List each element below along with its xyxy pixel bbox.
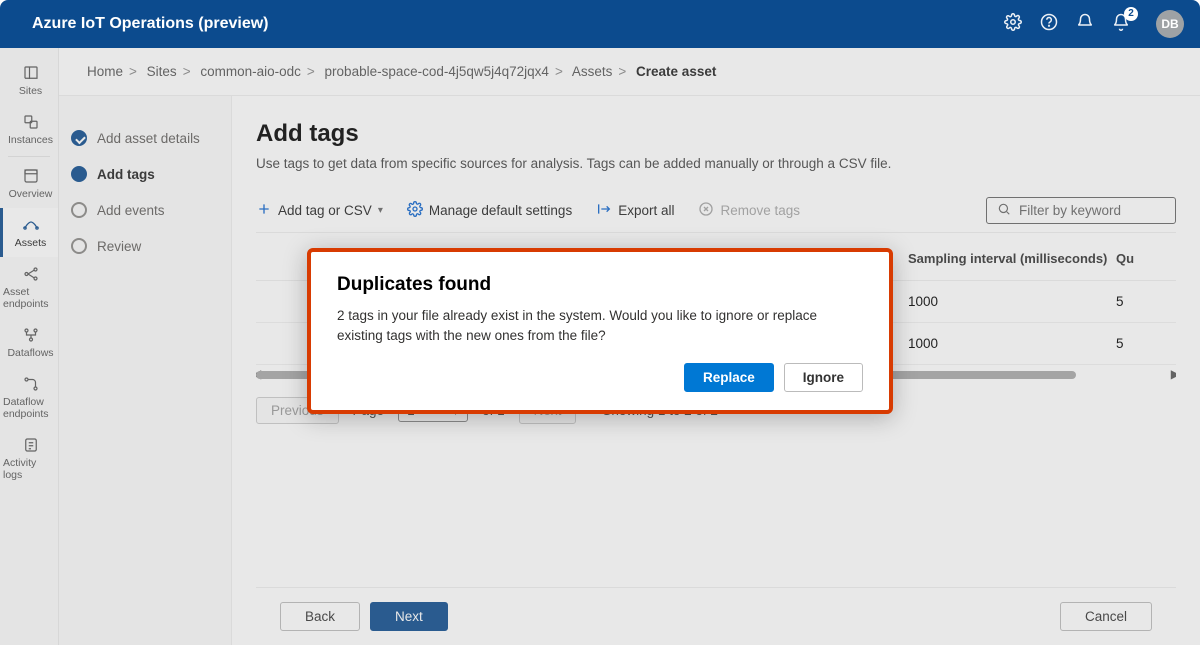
dialog-title: Duplicates found bbox=[337, 274, 863, 296]
notification-badge: 2 bbox=[1124, 7, 1138, 21]
dialog-body: 2 tags in your file already exist in the… bbox=[337, 306, 863, 345]
replace-button[interactable]: Replace bbox=[684, 363, 774, 392]
modal-overlay: Duplicates found 2 tags in your file alr… bbox=[0, 48, 1200, 645]
topbar-actions: 2 DB bbox=[1004, 10, 1184, 38]
topbar: Azure IoT Operations (preview) 2 DB bbox=[0, 0, 1200, 48]
ignore-button[interactable]: Ignore bbox=[784, 363, 863, 392]
help-icon[interactable] bbox=[1040, 13, 1058, 36]
duplicates-dialog: Duplicates found 2 tags in your file alr… bbox=[307, 248, 893, 414]
sound-icon[interactable] bbox=[1076, 13, 1094, 36]
avatar[interactable]: DB bbox=[1156, 10, 1184, 38]
notifications-icon[interactable]: 2 bbox=[1112, 13, 1130, 36]
settings-icon[interactable] bbox=[1004, 13, 1022, 36]
app-title: Azure IoT Operations (preview) bbox=[16, 15, 1004, 33]
